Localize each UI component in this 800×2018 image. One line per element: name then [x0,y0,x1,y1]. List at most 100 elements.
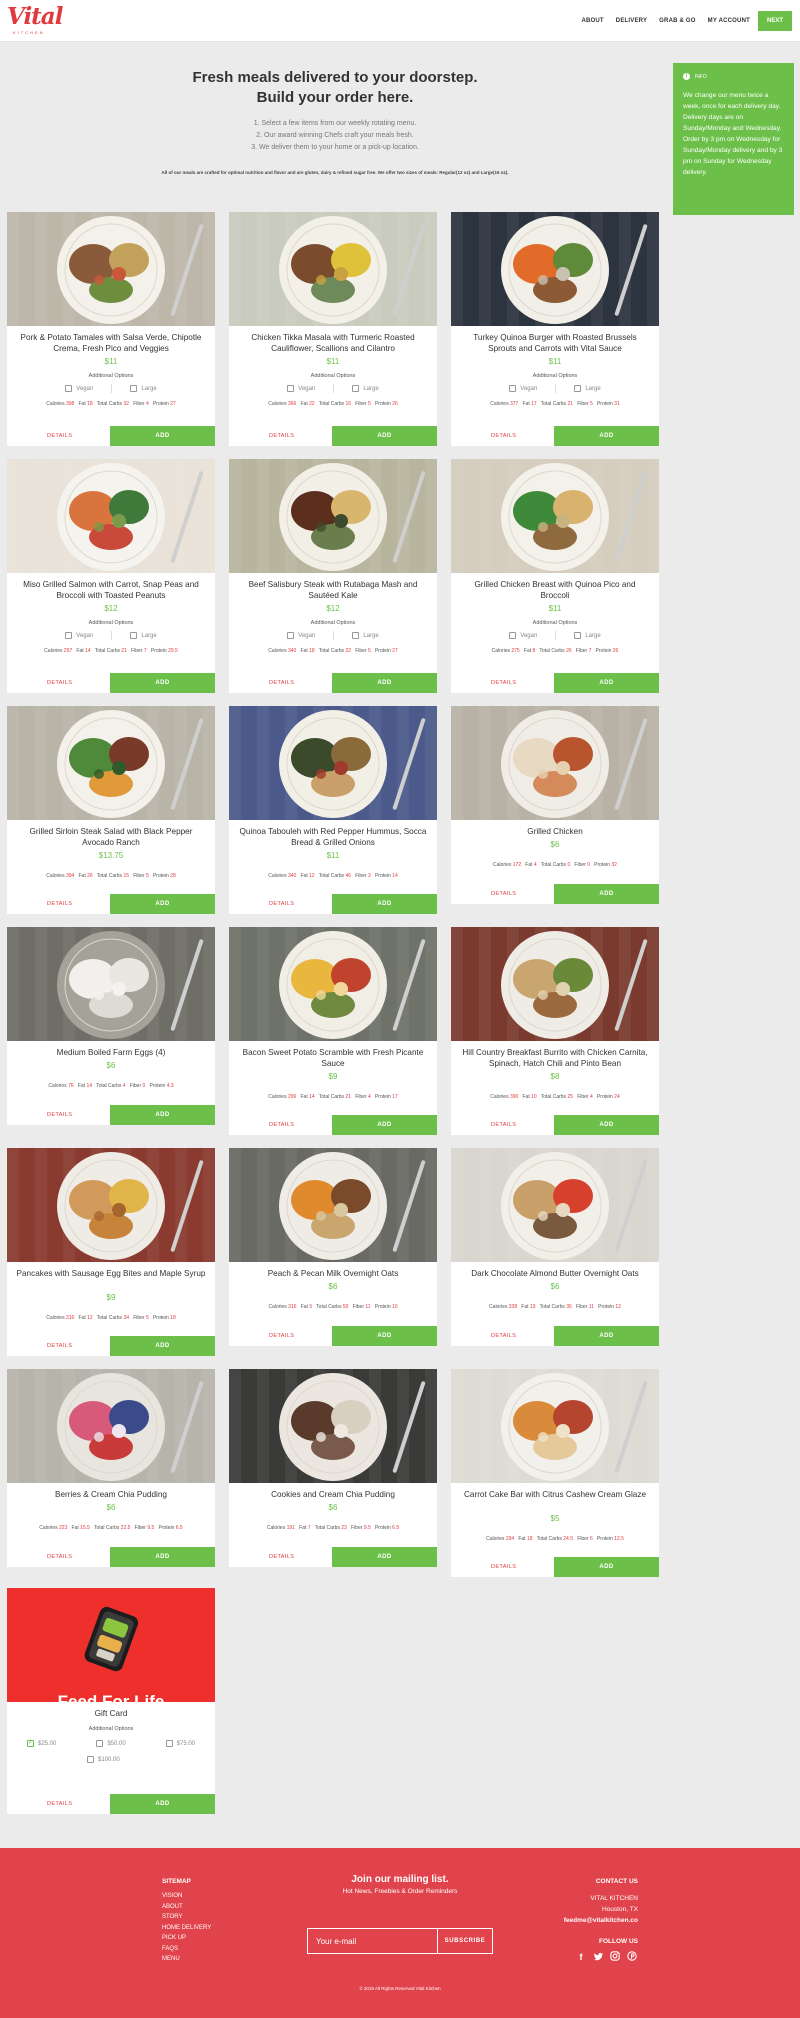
nav-delivery[interactable]: DELIVERY [616,18,647,24]
meal-image[interactable] [451,927,659,1041]
checkbox[interactable] [574,385,582,392]
footer-link-vision[interactable]: VISION [162,1891,211,1902]
meal-image[interactable] [7,212,215,326]
details-link[interactable]: DETAILS [269,1122,294,1128]
add-button[interactable]: ADD [110,426,215,446]
add-button[interactable]: ADD [110,894,215,914]
vegan-option[interactable]: Vegan [509,631,537,640]
add-button[interactable]: ADD [110,1105,215,1125]
add-button[interactable]: ADD [110,1794,215,1814]
checkbox[interactable] [352,632,360,639]
footer-link-story[interactable]: STORY [162,1912,211,1923]
footer-link-home-delivery[interactable]: HOME DELIVERY [162,1923,211,1934]
vegan-option[interactable]: Vegan [65,384,93,393]
footer-link-menu[interactable]: MENU [162,1954,211,1965]
details-link[interactable]: DETAILS [47,1343,72,1349]
details-link[interactable]: DETAILS [269,1333,294,1339]
meal-image[interactable] [229,927,437,1041]
vegan-option[interactable]: Vegan [287,384,315,393]
next-button[interactable]: NEXT [757,11,792,31]
add-button[interactable]: ADD [554,1326,659,1346]
checkbox[interactable] [130,632,138,639]
details-link[interactable]: DETAILS [491,433,516,439]
meal-image[interactable] [7,1148,215,1262]
vegan-option[interactable]: Vegan [287,631,315,640]
meal-image[interactable] [229,706,437,820]
vegan-option[interactable]: Vegan [65,631,93,640]
checkbox[interactable] [87,1756,94,1763]
gift-amount-100[interactable]: $100.00 [87,1756,120,1763]
contact-email[interactable]: feedme@vitalkitchen.co [564,1915,638,1926]
details-link[interactable]: DETAILS [47,1112,72,1118]
add-button[interactable]: ADD [332,894,437,914]
large-option[interactable]: Large [130,384,157,393]
add-button[interactable]: ADD [332,1547,437,1567]
meal-image[interactable] [451,459,659,573]
checkbox[interactable] [574,632,582,639]
nav-grab-and-go[interactable]: GRAB & GO [659,18,695,24]
meal-image[interactable] [7,927,215,1041]
checkbox[interactable] [65,385,73,392]
meal-image[interactable] [7,1369,215,1483]
instagram-icon[interactable] [609,1951,621,1963]
checkbox[interactable] [65,632,73,639]
logo[interactable]: Vital [7,3,63,30]
meal-image[interactable] [451,1369,659,1483]
add-button[interactable]: ADD [554,884,659,904]
details-link[interactable]: DETAILS [491,680,516,686]
checkbox[interactable] [352,385,360,392]
vegan-option[interactable]: Vegan [509,384,537,393]
gift-card-image[interactable]: Feed For Life [7,1588,215,1702]
checkbox[interactable] [96,1740,104,1747]
meal-image[interactable] [7,706,215,820]
gift-amount-25[interactable]: ✓ $25.00 [26,1740,56,1747]
meal-image[interactable] [451,1148,659,1262]
details-link[interactable]: DETAILS [269,1554,294,1560]
add-button[interactable]: ADD [110,1547,215,1567]
add-button[interactable]: ADD [110,1336,215,1356]
details-link[interactable]: DETAILS [47,680,72,686]
details-link[interactable]: DETAILS [491,1564,516,1570]
meal-image[interactable] [229,212,437,326]
footer-link-pick-up[interactable]: PICK UP [162,1933,211,1944]
large-option[interactable]: Large [574,384,601,393]
add-button[interactable]: ADD [554,1557,659,1577]
checkbox[interactable] [509,385,517,392]
add-button[interactable]: ADD [332,426,437,446]
twitter-icon[interactable] [592,1951,604,1963]
email-input[interactable] [308,1929,438,1953]
details-link[interactable]: DETAILS [491,1333,516,1339]
large-option[interactable]: Large [130,631,157,640]
details-link[interactable]: DETAILS [491,891,516,897]
checkbox[interactable] [130,385,138,392]
checkbox[interactable] [509,632,517,639]
add-button[interactable]: ADD [332,673,437,693]
footer-link-faqs[interactable]: FAQS [162,1944,211,1955]
details-link[interactable]: DETAILS [47,433,72,439]
details-link[interactable]: DETAILS [269,680,294,686]
add-button[interactable]: ADD [554,1115,659,1135]
large-option[interactable]: Large [352,384,379,393]
nav-my-account[interactable]: MY ACCOUNT [708,18,750,24]
details-link[interactable]: DETAILS [269,433,294,439]
add-button[interactable]: ADD [554,673,659,693]
checkbox[interactable] [165,1740,173,1747]
meal-image[interactable] [7,459,215,573]
pinterest-icon[interactable] [626,1951,638,1963]
add-button[interactable]: ADD [332,1115,437,1135]
footer-link-about[interactable]: ABOUT [162,1902,211,1913]
meal-image[interactable] [229,1148,437,1262]
large-option[interactable]: Large [352,631,379,640]
meal-image[interactable] [229,459,437,573]
gift-amount-75[interactable]: $75.00 [165,1740,195,1747]
checkbox[interactable] [287,632,295,639]
details-link[interactable]: DETAILS [269,901,294,907]
facebook-icon[interactable]: f [575,1951,587,1963]
subscribe-button[interactable]: SUBSCRIBE [438,1929,492,1953]
gift-amount-50[interactable]: $50.00 [96,1740,126,1747]
nav-about[interactable]: ABOUT [581,18,603,24]
checkbox[interactable] [287,385,295,392]
details-link[interactable]: DETAILS [47,901,72,907]
add-button[interactable]: ADD [110,673,215,693]
details-link[interactable]: DETAILS [47,1801,72,1807]
